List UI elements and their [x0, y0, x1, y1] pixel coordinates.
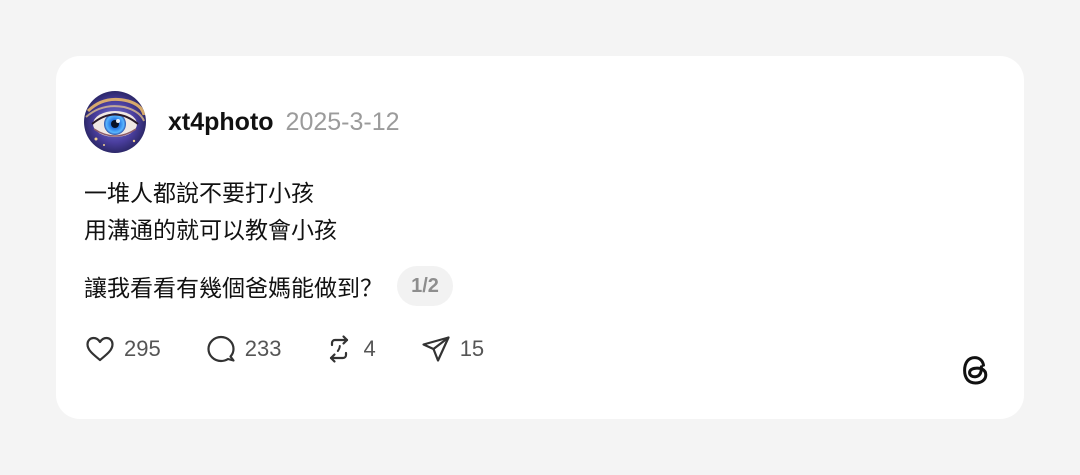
avatar[interactable] [84, 91, 146, 153]
send-icon [422, 336, 450, 362]
post-text-line: 讓我看看有幾個爸媽能做到？ [84, 276, 383, 302]
post-header: xt4photo 2025-3-12 [84, 91, 400, 153]
page-indicator-badge: 1/2 [397, 266, 453, 306]
repost-count: 4 [363, 336, 376, 361]
comment-count: 233 [244, 336, 282, 361]
username[interactable]: xt4photo [168, 108, 274, 137]
share-count: 15 [459, 336, 485, 361]
like-button[interactable]: 295 [84, 333, 161, 365]
comment-bubble-icon [207, 335, 235, 363]
post-card: xt4photo 2025-3-12 一堆人都說不要打小孩 用溝通的就可以教會小… [56, 56, 1024, 419]
post-text-row: 讓我看看有幾個爸媽能做到？ 1/2 [84, 266, 453, 306]
post-date: 2025-3-12 [285, 107, 400, 136]
repost-icon [330, 335, 349, 363]
comment-button[interactable]: 233 [205, 333, 282, 365]
post-body: 一堆人都說不要打小孩 用溝通的就可以教會小孩 讓我看看有幾個爸媽能做到？ 1/2 [84, 176, 453, 306]
repost-button[interactable]: 4 [323, 333, 376, 365]
post-text-line: 一堆人都說不要打小孩 [84, 181, 314, 207]
avatar-image [84, 91, 146, 153]
like-count: 295 [124, 336, 161, 361]
post-text-line: 用溝通的就可以教會小孩 [84, 218, 337, 244]
threads-logo-icon[interactable] [956, 350, 996, 390]
share-button[interactable]: 15 [420, 333, 484, 365]
action-bar: 295 233 4 15 [84, 333, 484, 365]
heart-icon [86, 336, 114, 362]
